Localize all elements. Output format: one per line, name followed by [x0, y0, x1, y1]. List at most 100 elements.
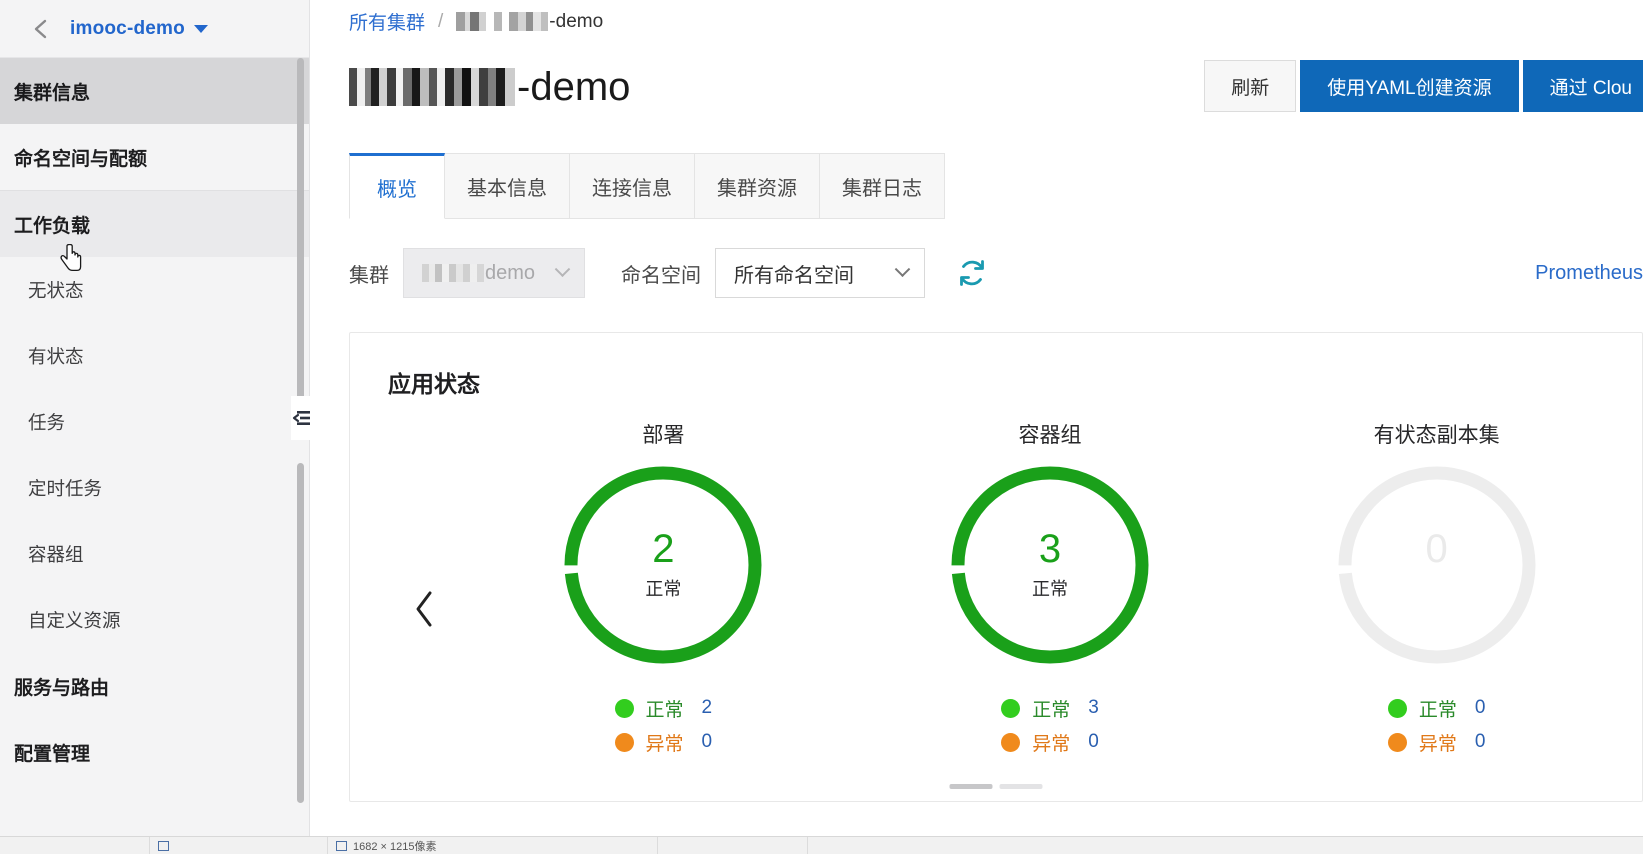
donut-legend: 正常 0 异常 0 [1387, 691, 1486, 759]
sidebar-item-label: 定时任务 [28, 478, 103, 499]
tab-connection-info[interactable]: 连接信息 [570, 153, 695, 219]
donut-card-statefulsets: 有状态副本集 0 正常 正常 0 [1243, 419, 1630, 759]
status-dimensions-text: 1682 × 1215像素 [353, 840, 437, 853]
sidebar-item-pods[interactable]: 容器组 [0, 521, 309, 587]
sidebar-item-services-routes[interactable]: 服务与路由 [0, 653, 309, 719]
donut-ring: 3 正常 [946, 461, 1154, 669]
sidebar-item-workloads[interactable]: 工作负载 [0, 191, 309, 257]
namespace-select[interactable]: 所有命名空间 [715, 248, 926, 298]
sidebar-item-label: 工作负载 [14, 215, 91, 237]
sidebar-header: imooc-demo [0, 0, 309, 58]
header-actions: 刷新 使用YAML创建资源 通过 Clou [1204, 60, 1643, 112]
donut-center-content: 3 正常 [946, 461, 1154, 669]
app-status-card: 应用状态 部署 2 正常 正常 2 异常 0 容器组 3 正常 正常 3 异常 … [349, 332, 1643, 802]
sidebar-item-label: 有状态 [28, 346, 84, 367]
app-root: imooc-demo 集群信息 命名空间与配额 工作负载 无状态 有状态 任务 [0, 0, 1643, 854]
donut-center-content: 0 正常 [1333, 461, 1541, 669]
donut-ring: 0 正常 [1333, 461, 1541, 669]
chevron-down-icon [894, 260, 911, 277]
namespace-select-value: 所有命名空间 [734, 264, 855, 287]
image-dimensions-icon [336, 840, 347, 851]
legend-row-abnormal: 异常 0 [1001, 725, 1099, 759]
caret-down-icon[interactable] [193, 24, 208, 33]
page-title-suffix: -demo [517, 65, 631, 109]
back-chevron-left-icon[interactable] [30, 18, 52, 40]
tab-overview[interactable]: 概览 [349, 153, 445, 219]
sidebar: imooc-demo 集群信息 命名空间与配额 工作负载 无状态 有状态 任务 [0, 0, 313, 836]
breadcrumb-current-suffix: -demo [549, 10, 604, 32]
cluster-filter-label: 集群 [349, 264, 389, 287]
sidebar-item-custom-resource[interactable]: 自定义资源 [0, 587, 309, 653]
breadcrumb-current: -demo [456, 11, 603, 33]
tab-basic-info[interactable]: 基本信息 [445, 153, 570, 219]
donut-title: 容器组 [1018, 424, 1082, 447]
legend-label: 异常 [1418, 733, 1457, 755]
donut-card-deployments: 部署 2 正常 正常 2 异常 0 [470, 419, 857, 759]
masked-title-thumbnail [349, 68, 515, 106]
breadcrumb-all-clusters-link[interactable]: 所有集群 [349, 8, 425, 35]
breadcrumb-separator: / [438, 10, 444, 32]
status-dot-normal-icon [1001, 698, 1021, 718]
app-status-card-title: 应用状态 [388, 371, 480, 397]
sidebar-scrollbar[interactable] [297, 58, 307, 836]
cluster-select[interactable]: demo [403, 248, 586, 298]
masked-cluster-name-thumbnail [456, 12, 549, 31]
prometheus-link[interactable]: Prometheus [1535, 262, 1643, 285]
sidebar-item-namespace-quota[interactable]: 命名空间与配额 [0, 124, 309, 190]
sidebar-item-label: 集群信息 [14, 82, 91, 104]
sidebar-scrollbar-thumb-lower[interactable] [297, 463, 304, 803]
donut-legend: 正常 2 异常 0 [614, 691, 713, 759]
page-title: -demo [349, 62, 630, 110]
cluster-select-value-suffix: demo [485, 261, 536, 284]
sidebar-item-stateful[interactable]: 有状态 [0, 323, 309, 389]
sidebar-item-label: 容器组 [28, 544, 84, 565]
sidebar-item-cluster-info[interactable]: 集群信息 [0, 58, 309, 124]
create-via-cloudshell-button[interactable]: 通过 Clou [1522, 60, 1643, 112]
image-dimensions-icon [158, 840, 169, 851]
legend-count: 0 [701, 731, 713, 752]
sidebar-item-label: 配置管理 [14, 743, 91, 765]
chevron-down-icon [554, 260, 571, 277]
sidebar-scrollbar-thumb-upper[interactable] [297, 58, 304, 403]
sidebar-collapse-toggle[interactable] [291, 396, 313, 440]
tab-cluster-logs[interactable]: 集群日志 [820, 153, 945, 219]
donut-value: 0 [1425, 527, 1448, 571]
legend-count: 0 [1088, 731, 1099, 752]
refresh-button[interactable]: 刷新 [1204, 60, 1297, 112]
sidebar-menu: 集群信息 命名空间与配额 工作负载 无状态 有状态 任务 定时任务 容器组 自定… [0, 58, 309, 836]
status-bar: 1682 × 1215像素 [0, 836, 1643, 854]
cluster-select-value: demo [422, 262, 535, 285]
legend-row-normal: 正常 3 [1001, 691, 1099, 725]
legend-row-normal: 正常 2 [614, 691, 712, 725]
sidebar-item-label: 任务 [28, 412, 66, 433]
legend-row-abnormal: 异常 0 [1387, 725, 1485, 759]
tab-cluster-resources[interactable]: 集群资源 [695, 153, 820, 219]
donut-chart-group: 部署 2 正常 正常 2 异常 0 容器组 3 正常 正常 3 异常 0 有状态… [470, 419, 1630, 759]
sidebar-item-config-management[interactable]: 配置管理 [0, 719, 309, 785]
donut-title: 有状态副本集 [1373, 424, 1500, 447]
legend-label: 正常 [645, 699, 684, 721]
masked-cluster-select-thumbnail [422, 264, 484, 282]
sidebar-item-label: 命名空间与配额 [14, 148, 148, 170]
legend-label: 异常 [645, 733, 684, 755]
sidebar-item-stateless[interactable]: 无状态 [0, 257, 309, 323]
filter-bar: 集群 demo 命名空间 所有命名空间 Prometheus [349, 245, 1643, 301]
sidebar-item-job[interactable]: 任务 [0, 389, 309, 455]
refresh-circular-arrows-icon[interactable] [955, 256, 989, 290]
sidebar-item-label: 自定义资源 [28, 610, 121, 631]
legend-count: 0 [1474, 697, 1486, 718]
carousel-prev-chevron-left-icon[interactable] [412, 588, 438, 630]
create-with-yaml-button[interactable]: 使用YAML创建资源 [1300, 60, 1519, 112]
donut-legend: 正常 3 异常 0 [1001, 691, 1099, 759]
legend-label: 异常 [1032, 733, 1071, 755]
status-cell-4 [658, 836, 808, 854]
donut-value: 3 [1038, 527, 1062, 571]
namespace-filter-label: 命名空间 [621, 264, 702, 287]
sidebar-item-cronjob[interactable]: 定时任务 [0, 455, 309, 521]
carousel-page-dot-2[interactable] [999, 784, 1043, 789]
status-cell-dimensions: 1682 × 1215像素 [328, 836, 658, 854]
donut-center-label: 正常 [645, 579, 682, 599]
carousel-page-dot-1[interactable] [949, 784, 993, 789]
sidebar-cluster-name[interactable]: imooc-demo [70, 18, 185, 40]
carousel-pagination [949, 784, 1043, 789]
